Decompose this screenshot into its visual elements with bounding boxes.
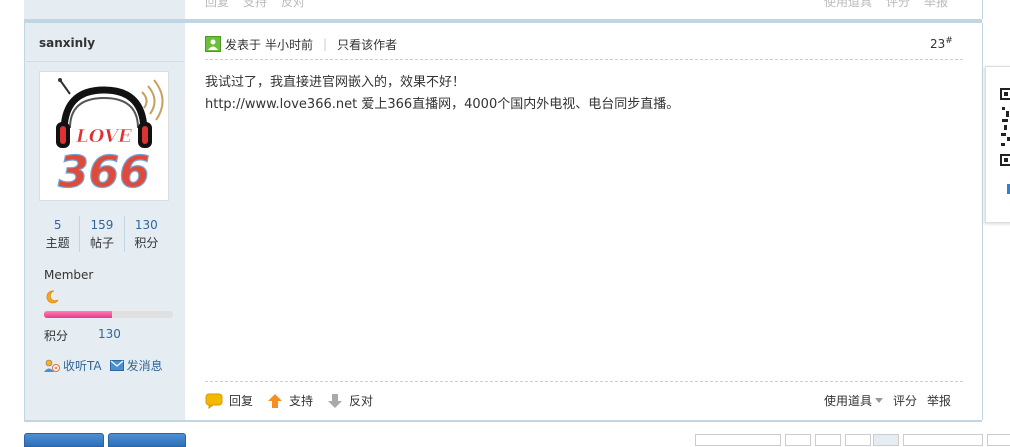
meta-separator: | (323, 37, 328, 51)
arrow-down-icon (328, 393, 343, 408)
post-tools: 使用道具 评分 举报 (824, 392, 951, 409)
post-actions: 回复 支持 反对 (205, 392, 373, 409)
pagination-box-4[interactable] (845, 434, 871, 446)
svg-text:LOVE: LOVE (75, 126, 132, 147)
points-value: 130 (98, 327, 121, 341)
support-label: 支持 (289, 394, 314, 408)
sidebar-divider (24, 61, 184, 62)
prev-support-link[interactable]: 支持 (243, 0, 267, 11)
user-rank[interactable]: Member (44, 268, 93, 282)
stat-threads-count: 5 (53, 218, 62, 232)
stat-posts[interactable]: 159 帖子 (79, 216, 123, 252)
message-link[interactable]: 发消息 (109, 357, 163, 374)
reply-icon (205, 393, 223, 409)
prev-rate-link[interactable]: 评分 (886, 0, 910, 11)
prev-oppose-link[interactable]: 反对 (281, 0, 305, 11)
online-user-icon (205, 36, 221, 52)
reply-label: 回复 (229, 394, 254, 408)
rate-link[interactable]: 评分 (893, 392, 917, 409)
author-name[interactable]: sanxinly (39, 36, 95, 50)
pagination-box-2[interactable] (785, 434, 811, 446)
post-bottom-border (24, 420, 982, 422)
stat-points-label: 积分 (134, 236, 159, 250)
prev-post-actions: 回复 支持 反对 (205, 0, 305, 11)
qr-code-icon (1000, 88, 1010, 194)
chevron-down-icon (875, 397, 884, 403)
stat-posts-count: 159 (90, 218, 114, 232)
pagination-box-last[interactable] (987, 434, 1010, 446)
use-tools-dropdown[interactable]: 使用道具 (824, 392, 884, 409)
qr-side-widget[interactable] (985, 66, 1010, 223)
reply-button[interactable]: 回复 (205, 392, 253, 409)
stat-threads-label: 主题 (45, 236, 70, 250)
author-stats: 5 主题 159 帖子 130 积分 (36, 216, 168, 252)
only-author-link[interactable]: 只看该作者 (337, 36, 397, 53)
pagination-box-current[interactable] (873, 434, 899, 446)
points-row: 积分 130 (44, 327, 121, 344)
support-button[interactable]: 支持 (267, 392, 313, 409)
follow-link[interactable]: 收听TA (44, 357, 102, 374)
pagination-box-3[interactable] (815, 434, 841, 446)
oppose-label: 反对 (349, 394, 374, 408)
prev-tools-link[interactable]: 使用道具 (824, 0, 872, 11)
prev-post-sidebar (24, 0, 186, 19)
avatar-logo-text: 366 (58, 147, 150, 198)
floor-mark: # (945, 36, 953, 46)
stat-points-count: 130 (134, 218, 158, 232)
author-actions: 收听TA 发消息 (44, 357, 163, 374)
level-progress-bar (44, 311, 173, 318)
prev-report-link[interactable]: 举报 (924, 0, 948, 11)
bottom-button-1[interactable] (24, 433, 104, 447)
header-divider (205, 59, 963, 60)
follow-label: 收听TA (63, 359, 102, 373)
avatar[interactable]: LOVE 366 (39, 71, 169, 201)
use-tools-label: 使用道具 (824, 394, 873, 408)
report-link[interactable]: 举报 (927, 392, 951, 409)
prev-post-right-actions: 使用道具 评分 举报 (824, 0, 948, 11)
content-line-1: 我试过了，我直接进官网嵌入的，效果不好！ (205, 75, 466, 90)
bottom-button-2[interactable] (108, 433, 186, 447)
message-label: 发消息 (126, 359, 163, 373)
follow-icon (44, 359, 60, 372)
post-time: 半小时前 (265, 37, 314, 52)
post-content: 我试过了，我直接进官网嵌入的，效果不好！ http://www.love366.… (205, 72, 945, 116)
post-meta: 发表于 半小时前 | 只看该作者 (205, 34, 397, 54)
love366-logo-icon: LOVE 366 (56, 78, 164, 199)
oppose-button[interactable]: 反对 (327, 392, 373, 409)
stat-threads[interactable]: 5 主题 (36, 216, 79, 252)
stat-posts-label: 帖子 (89, 236, 114, 250)
prev-reply-link[interactable]: 回复 (205, 0, 229, 11)
stat-points[interactable]: 130 积分 (123, 216, 168, 252)
moon-icon (44, 289, 60, 308)
pagination-input[interactable] (903, 434, 983, 446)
floor-value: 23 (930, 37, 946, 51)
level-progress-fill (44, 311, 113, 318)
floor-number[interactable]: 23# (930, 36, 953, 51)
points-label: 积分 (44, 329, 69, 343)
content-line-2: http://www.love366.net 爱上366直播网，4000个国内外… (205, 97, 680, 112)
actions-divider (205, 381, 963, 382)
envelope-icon (109, 360, 124, 371)
pagination-box-1[interactable] (695, 434, 781, 446)
arrow-up-icon (268, 393, 283, 408)
posted-label: 发表于 (225, 37, 262, 52)
